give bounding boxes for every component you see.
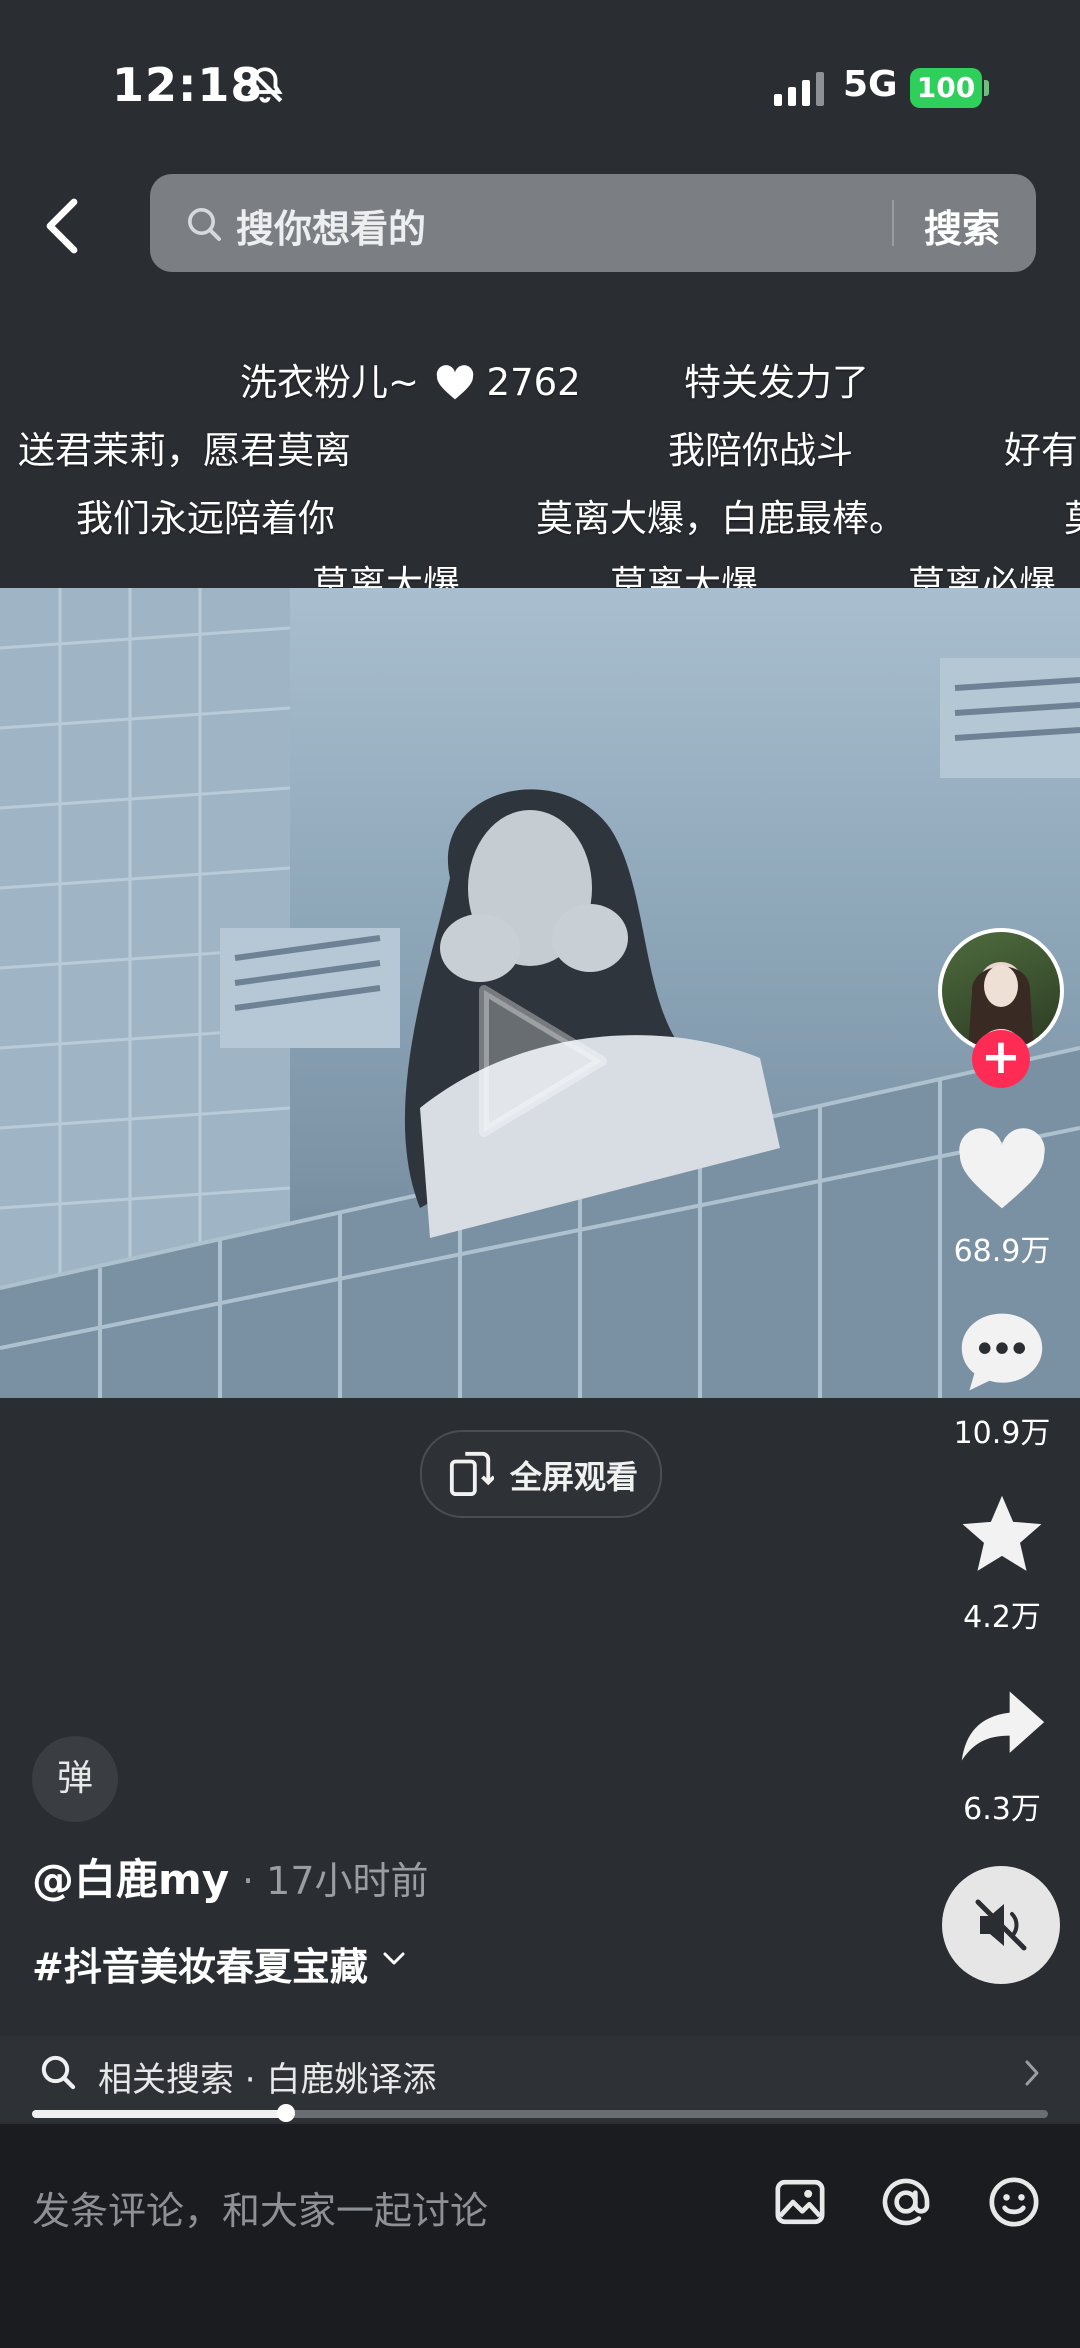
play-icon[interactable] xyxy=(466,976,616,1146)
mute-button[interactable] xyxy=(942,1866,1060,1984)
video-progress-handle[interactable] xyxy=(277,2104,295,2122)
mute-icon xyxy=(975,1899,1027,1951)
post-time: · 17小时前 xyxy=(242,1859,429,1903)
chevron-right-icon[interactable] xyxy=(1022,2058,1042,2088)
danmaku-item: 我们永远陪着你 xyxy=(76,497,335,540)
network-label: 5G xyxy=(843,64,898,105)
share-icon[interactable] xyxy=(956,1680,1048,1772)
status-time: 12:18 xyxy=(112,58,264,112)
signal-icon xyxy=(774,72,824,106)
danmaku-item: 莫离大爆，白鹿最棒。 xyxy=(536,497,906,540)
comment-count: 10.9万 xyxy=(953,1416,1051,1451)
danmaku-highlight: 洗衣粉儿~ 2762 xyxy=(240,352,581,406)
star-icon[interactable] xyxy=(956,1490,1048,1582)
follow-button[interactable]: + xyxy=(972,1030,1030,1088)
hashtag-link[interactable]: #抖音美妆春夏宝藏 xyxy=(32,1936,368,1991)
rotate-screen-icon xyxy=(449,1451,494,1496)
related-search-text[interactable]: 相关搜索 · 白鹿姚译添 xyxy=(98,2052,436,2101)
like-heart-icon[interactable] xyxy=(956,1124,1048,1216)
video-progress-fill xyxy=(32,2110,286,2118)
comment-bar xyxy=(0,2124,1080,2348)
heart-icon xyxy=(436,365,474,400)
battery-tip xyxy=(984,80,989,96)
emoji-icon[interactable] xyxy=(986,2174,1042,2230)
danmaku-likes: 2762 xyxy=(486,361,581,404)
search-divider xyxy=(892,200,894,246)
share-count: 6.3万 xyxy=(963,1792,1041,1827)
comment-input[interactable]: 发条评论，和大家一起讨论 xyxy=(32,2180,488,2235)
at-mention-icon[interactable] xyxy=(878,2174,934,2230)
search-icon xyxy=(188,208,221,241)
battery-indicator: 100 xyxy=(910,68,982,108)
danmaku-toggle-button[interactable]: 弹 xyxy=(32,1736,118,1822)
comment-icon[interactable] xyxy=(956,1306,1048,1398)
search-input[interactable]: 搜你想看的 xyxy=(236,198,426,253)
author-name[interactable]: @白鹿my xyxy=(32,1846,229,1907)
back-icon[interactable] xyxy=(42,198,82,254)
danmaku-item: 莫 xyxy=(1064,488,1080,542)
like-count: 68.9万 xyxy=(953,1234,1051,1269)
danmaku-item: 好有 xyxy=(1004,429,1078,472)
fullscreen-label: 全屏观看 xyxy=(510,1458,639,1496)
danmaku-item: 特关发力了 xyxy=(684,361,869,404)
danmaku-item: 我陪你战斗 xyxy=(668,429,853,472)
search-button[interactable]: 搜索 xyxy=(924,198,1000,253)
chevron-down-icon[interactable] xyxy=(382,1950,406,1968)
bell-slash-icon xyxy=(247,67,283,103)
search-icon xyxy=(41,2055,76,2090)
danmaku-item: 送君茉莉，愿君莫离 xyxy=(18,429,351,472)
danmaku-text: 洗衣粉儿~ xyxy=(240,361,420,404)
favorite-count: 4.2万 xyxy=(963,1600,1041,1635)
image-icon[interactable] xyxy=(772,2174,828,2230)
